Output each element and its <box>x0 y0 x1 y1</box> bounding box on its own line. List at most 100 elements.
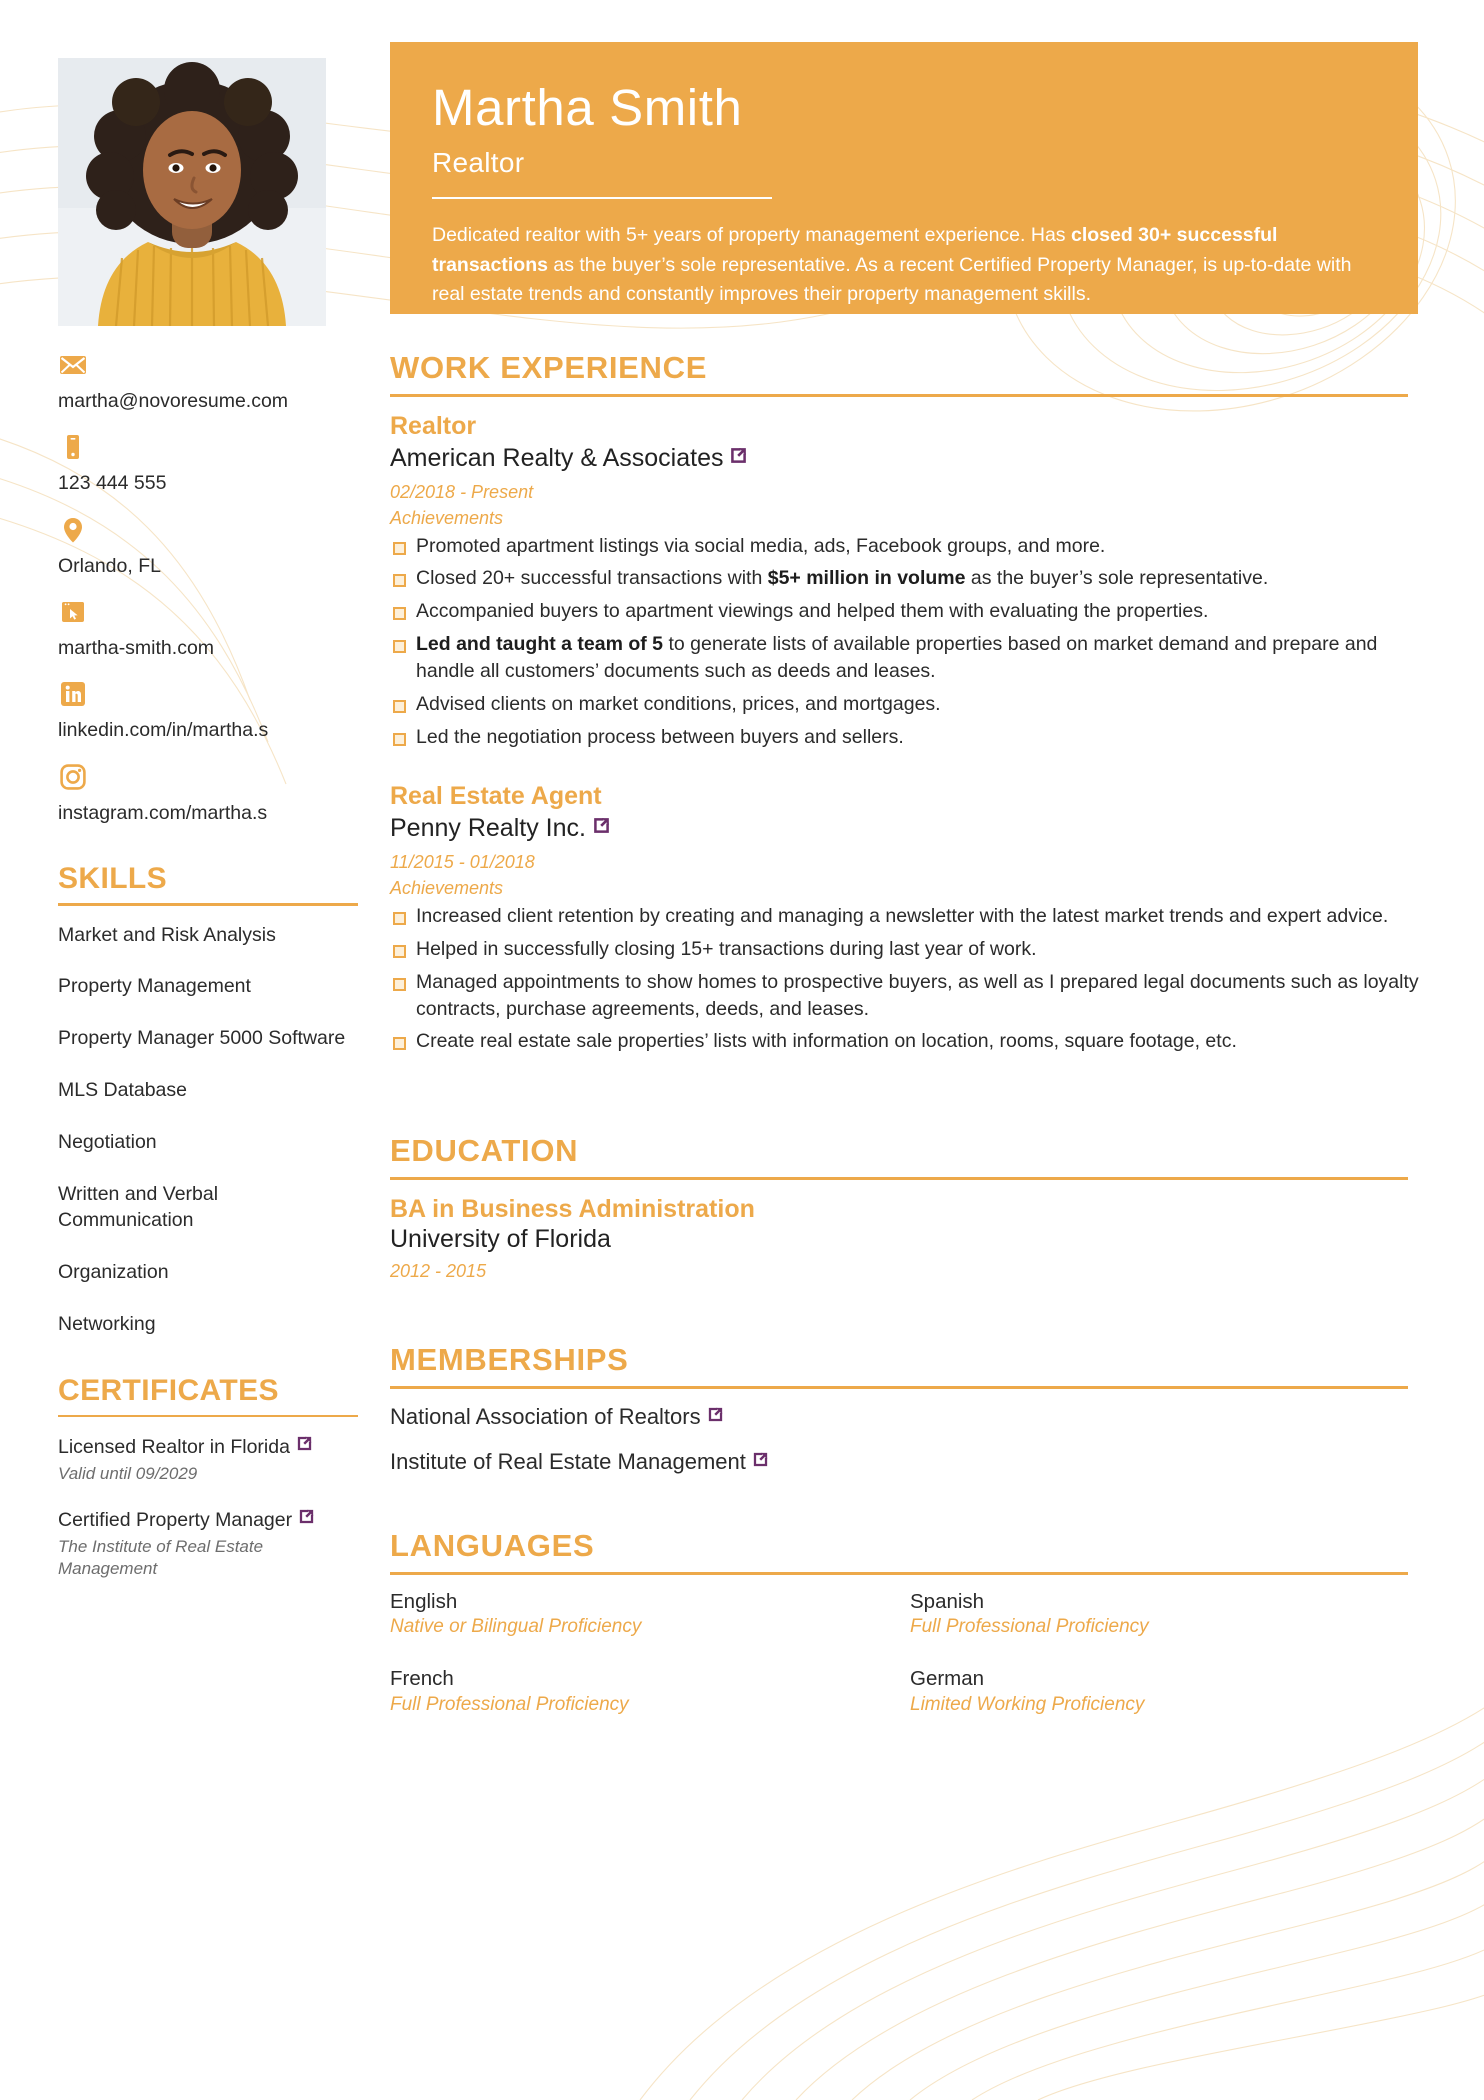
linkedin-icon <box>61 682 85 707</box>
external-link-icon[interactable] <box>295 1434 314 1461</box>
certificates-divider <box>58 1414 358 1418</box>
memberships-section: MEMBERSHIPS National Association of Real… <box>390 1342 1420 1477</box>
education-heading: EDUCATION <box>390 1133 579 1169</box>
bullet-post: Helped in successfully closing 15+ trans… <box>416 937 1037 960</box>
language-item: French Full Professional Proficiency <box>390 1666 910 1717</box>
instagram-icon <box>60 764 86 790</box>
education-entry: BA in Business Administration University… <box>390 1194 1420 1283</box>
envelope-icon <box>60 356 86 374</box>
language-name: German <box>910 1666 985 1690</box>
certificate-name-wrap: Licensed Realtor in Florida <box>58 1434 358 1461</box>
membership-item: National Association of Realtors <box>390 1403 1420 1432</box>
certificate-item: Licensed Realtor in Florida Valid until … <box>58 1434 358 1485</box>
bullet-pre: Closed 20+ successful transactions with <box>416 567 768 590</box>
contact-item-website[interactable]: martha-smith.com <box>58 597 358 661</box>
skill-item: Negotiation <box>58 1131 157 1154</box>
contact-instagram-text: instagram.com/martha.s <box>58 801 268 824</box>
education-divider <box>390 1177 1408 1180</box>
profile-summary: Dedicated realtor with 5+ years of prope… <box>432 221 1376 310</box>
bullet-post: Managed appointments to show homes to pr… <box>416 970 1419 1020</box>
bullet-post: Accompanied buyers to apartment viewings… <box>416 600 1209 623</box>
membership-name: Institute of Real Estate Management <box>390 1449 746 1475</box>
skill-item: Property Manager 5000 Software <box>58 1027 346 1050</box>
job-bullet: Create real estate sale properties’ list… <box>390 1028 1420 1055</box>
external-link-icon[interactable] <box>706 1403 725 1432</box>
skill-item: Organization <box>58 1261 169 1284</box>
languages-heading: LANGUAGES <box>390 1528 595 1564</box>
sidebar: martha@novoresume.com 123 444 555 Orland… <box>58 350 358 1602</box>
bullet-bold: $5+ million in volume <box>767 567 966 590</box>
summary-text-1: Dedicated realtor with 5+ years of prope… <box>432 224 1071 247</box>
education-school: University of Florida <box>390 1225 611 1254</box>
job-bullet: Led the negotiation process between buye… <box>390 724 1420 751</box>
skill-item: Networking <box>58 1312 156 1335</box>
job-bullet: Increased client retention by creating a… <box>390 903 1420 930</box>
achievements-label: Achievements <box>390 877 504 898</box>
membership-name: National Association of Realtors <box>390 1403 701 1429</box>
language-item: English Native or Bilingual Proficiency <box>390 1589 910 1640</box>
language-level: Limited Working Proficiency <box>910 1693 1145 1715</box>
job-entry: Real Estate Agent Penny Realty Inc. 11/2… <box>390 781 1420 1056</box>
contact-item-location[interactable]: Orlando, FL <box>58 515 358 579</box>
contact-item-email[interactable]: martha@novoresume.com <box>58 350 358 414</box>
website-icon <box>62 602 84 623</box>
skill-item: Market and Risk Analysis <box>58 923 276 946</box>
memberships-divider <box>390 1386 1408 1389</box>
work-experience-divider <box>390 394 1408 397</box>
language-item: Spanish Full Professional Proficiency <box>910 1589 1420 1640</box>
external-link-icon[interactable] <box>728 442 749 475</box>
phone-icon <box>67 435 79 460</box>
certificate-subtext: Valid until 09/2029 <box>58 1464 198 1484</box>
languages-grid: English Native or Bilingual Proficiency … <box>390 1589 1420 1718</box>
languages-section: LANGUAGES English Native or Bilingual Pr… <box>390 1528 1420 1717</box>
language-name: Spanish <box>910 1589 985 1613</box>
job-bullet: Helped in successfully closing 15+ trans… <box>390 936 1420 963</box>
achievements-label: Achievements <box>390 507 504 528</box>
bullet-post: Increased client retention by creating a… <box>416 904 1389 927</box>
job-role: Real Estate Agent <box>390 781 602 810</box>
contact-location-text: Orlando, FL <box>58 554 161 577</box>
contact-phone-text: 123 444 555 <box>58 472 167 495</box>
job-company: Penny Realty Inc. <box>390 814 586 843</box>
job-bullet: Managed appointments to show homes to pr… <box>390 969 1420 1023</box>
language-level: Full Professional Proficiency <box>390 1693 629 1715</box>
memberships-heading: MEMBERSHIPS <box>390 1342 629 1378</box>
bullet-post: as the buyer’s sole representative. <box>965 567 1269 590</box>
certificate-name: Certified Property Manager <box>58 1509 293 1532</box>
contact-item-linkedin[interactable]: linkedin.com/in/martha.s <box>58 679 358 743</box>
certificates-section: CERTIFICATES Licensed Realtor in Florida… <box>58 1374 358 1581</box>
contact-linkedin-text: linkedin.com/in/martha.s <box>58 719 269 742</box>
job-bullet-list: Promoted apartment listings via social m… <box>390 533 1420 751</box>
job-company-wrap: American Realty & Associates <box>390 442 1420 475</box>
contact-item-phone[interactable]: 123 444 555 <box>58 432 358 496</box>
certificate-item: Certified Property Manager The Institute… <box>58 1507 358 1580</box>
language-level: Full Professional Proficiency <box>910 1616 1149 1638</box>
external-link-icon[interactable] <box>751 1448 770 1477</box>
external-link-icon[interactable] <box>297 1507 316 1534</box>
contact-item-instagram[interactable]: instagram.com/martha.s <box>58 762 358 826</box>
work-experience-heading: WORK EXPERIENCE <box>390 350 708 385</box>
external-link-icon[interactable] <box>591 812 612 845</box>
job-bullet: Led and taught a team of 5 to generate l… <box>390 631 1420 685</box>
job-company-wrap: Penny Realty Inc. <box>390 812 1420 845</box>
contact-list: martha@novoresume.com 123 444 555 Orland… <box>58 350 358 826</box>
languages-divider <box>390 1572 1408 1575</box>
certificate-name-wrap: Certified Property Manager <box>58 1507 358 1534</box>
education-section: EDUCATION BA in Business Administration … <box>390 1133 1420 1282</box>
main-content: WORK EXPERIENCE Realtor American Realty … <box>390 350 1420 1725</box>
education-degree: BA in Business Administration <box>390 1194 755 1223</box>
job-bullet: Advised clients on market conditions, pr… <box>390 691 1420 718</box>
job-entry: Realtor American Realty & Associates 02/… <box>390 411 1420 751</box>
skills-section: SKILLS Market and Risk Analysis Property… <box>58 862 358 1338</box>
resume-page: Martha Smith Realtor Dedicated realtor w… <box>0 0 1484 2100</box>
skills-heading: SKILLS <box>58 862 168 896</box>
language-name: English <box>390 1589 458 1613</box>
contact-website-text: martha-smith.com <box>58 637 215 660</box>
bullet-post: Advised clients on market conditions, pr… <box>416 693 941 716</box>
skill-item: Written and Verbal Communication <box>58 1183 219 1232</box>
location-pin-icon <box>64 517 82 543</box>
skills-divider <box>58 903 358 906</box>
contact-email-text: martha@novoresume.com <box>58 390 289 412</box>
